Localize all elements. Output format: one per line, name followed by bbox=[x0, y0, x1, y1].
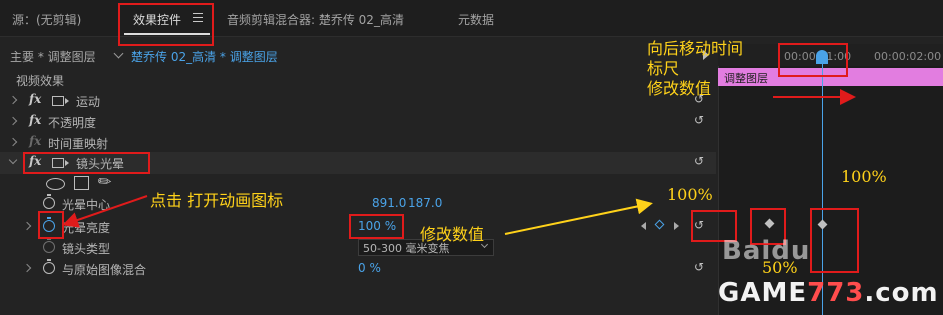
reset-icon[interactable]: ↺ bbox=[694, 154, 704, 168]
watermark-number-text: 773 bbox=[807, 278, 865, 308]
highlight-box-stopwatch bbox=[38, 211, 64, 239]
clip-selector-bar bbox=[0, 44, 718, 66]
fx-icon[interactable]: fx bbox=[29, 113, 41, 127]
effect-label-motion: 运动 bbox=[76, 95, 101, 109]
highlight-box-keyframe-2 bbox=[810, 208, 859, 273]
annotation-click-note: 点击 打开动画图标 bbox=[150, 191, 284, 210]
blend-value[interactable]: 0 % bbox=[358, 261, 381, 275]
property-label-lens-type: 镜头类型 bbox=[62, 242, 111, 256]
prev-keyframe-icon[interactable] bbox=[641, 222, 646, 230]
expand-chevron-icon[interactable] bbox=[22, 221, 32, 231]
watermark-domain-text: .com bbox=[864, 278, 939, 308]
reset-icon[interactable]: ↺ bbox=[694, 113, 704, 127]
master-clip-label[interactable]: 主要 * 调整图层 bbox=[10, 48, 96, 65]
reset-icon[interactable]: ↺ bbox=[694, 260, 704, 274]
property-label-blend: 与原始图像混合 bbox=[62, 263, 147, 277]
highlight-box-brightness-value bbox=[349, 214, 404, 239]
video-effects-heading: 视频效果 bbox=[16, 74, 65, 88]
next-keyframe-icon[interactable] bbox=[674, 222, 679, 230]
timecode-2s: 00:00:02:00 bbox=[874, 50, 942, 63]
game773-watermark: GAME773.com bbox=[718, 278, 939, 308]
effect-row-motion[interactable]: fx 运动 ↺ bbox=[0, 90, 716, 112]
flare-center-y-value[interactable]: 187.0 bbox=[408, 196, 442, 210]
stopwatch-icon[interactable] bbox=[43, 259, 55, 274]
stopwatch-icon bbox=[43, 238, 55, 253]
expand-chevron-icon[interactable] bbox=[8, 137, 18, 147]
tab-source[interactable]: 源：(无剪辑) bbox=[12, 11, 81, 28]
property-label-flare-center: 光晕中心 bbox=[62, 198, 111, 212]
effect-label-opacity: 不透明度 bbox=[48, 116, 97, 130]
rect-mask-icon[interactable] bbox=[74, 176, 89, 190]
effect-row-time-remap[interactable]: fx 时间重映射 bbox=[0, 132, 716, 154]
tab-audio-clip-mixer[interactable]: 音频剪辑混合器: 楚乔传 02_高清 bbox=[227, 11, 404, 28]
expand-chevron-icon[interactable] bbox=[8, 95, 18, 105]
stopwatch-icon[interactable] bbox=[43, 194, 55, 209]
fx-icon[interactable]: fx bbox=[29, 92, 41, 106]
highlight-box-lens-flare bbox=[23, 152, 150, 174]
highlight-box-timecode bbox=[778, 43, 848, 77]
property-row-flare-center[interactable]: 光晕中心 891.0 187.0 bbox=[0, 193, 716, 215]
annotation-percent-right: 100% bbox=[841, 167, 887, 186]
expand-chevron-icon[interactable] bbox=[8, 116, 18, 126]
annotation-percent-left: 100% bbox=[667, 185, 713, 204]
sequence-clip-label[interactable]: 楚乔传 02_高清 * 调整图层 bbox=[131, 48, 278, 65]
playhead-line[interactable] bbox=[822, 58, 823, 315]
annotation-modify-mid: 修改数值 bbox=[420, 225, 485, 244]
annotation-modify-top: 修改数值 bbox=[647, 79, 712, 98]
highlight-box-effect-controls bbox=[118, 3, 214, 46]
baidu-watermark: Baidu bbox=[722, 236, 811, 266]
collapse-chevron-icon[interactable] bbox=[8, 155, 18, 165]
ellipse-mask-icon[interactable] bbox=[46, 178, 65, 190]
clip-bar-label: 调整图层 bbox=[724, 72, 768, 85]
watermark-game-text: GAME bbox=[718, 278, 808, 308]
fx-icon: fx bbox=[29, 134, 42, 148]
effect-label-time-remap: 时间重映射 bbox=[48, 137, 109, 151]
property-row-blend[interactable]: 与原始图像混合 0 % ↺ bbox=[0, 258, 716, 280]
flare-center-x-value[interactable]: 891.0 bbox=[372, 196, 406, 210]
motion-icon bbox=[52, 96, 69, 106]
property-label-flare-brightness: 光晕亮度 bbox=[62, 221, 111, 235]
tab-metadata[interactable]: 元数据 bbox=[458, 11, 494, 28]
expand-chevron-icon[interactable] bbox=[22, 263, 32, 273]
effect-row-opacity[interactable]: fx 不透明度 ↺ bbox=[0, 111, 716, 133]
